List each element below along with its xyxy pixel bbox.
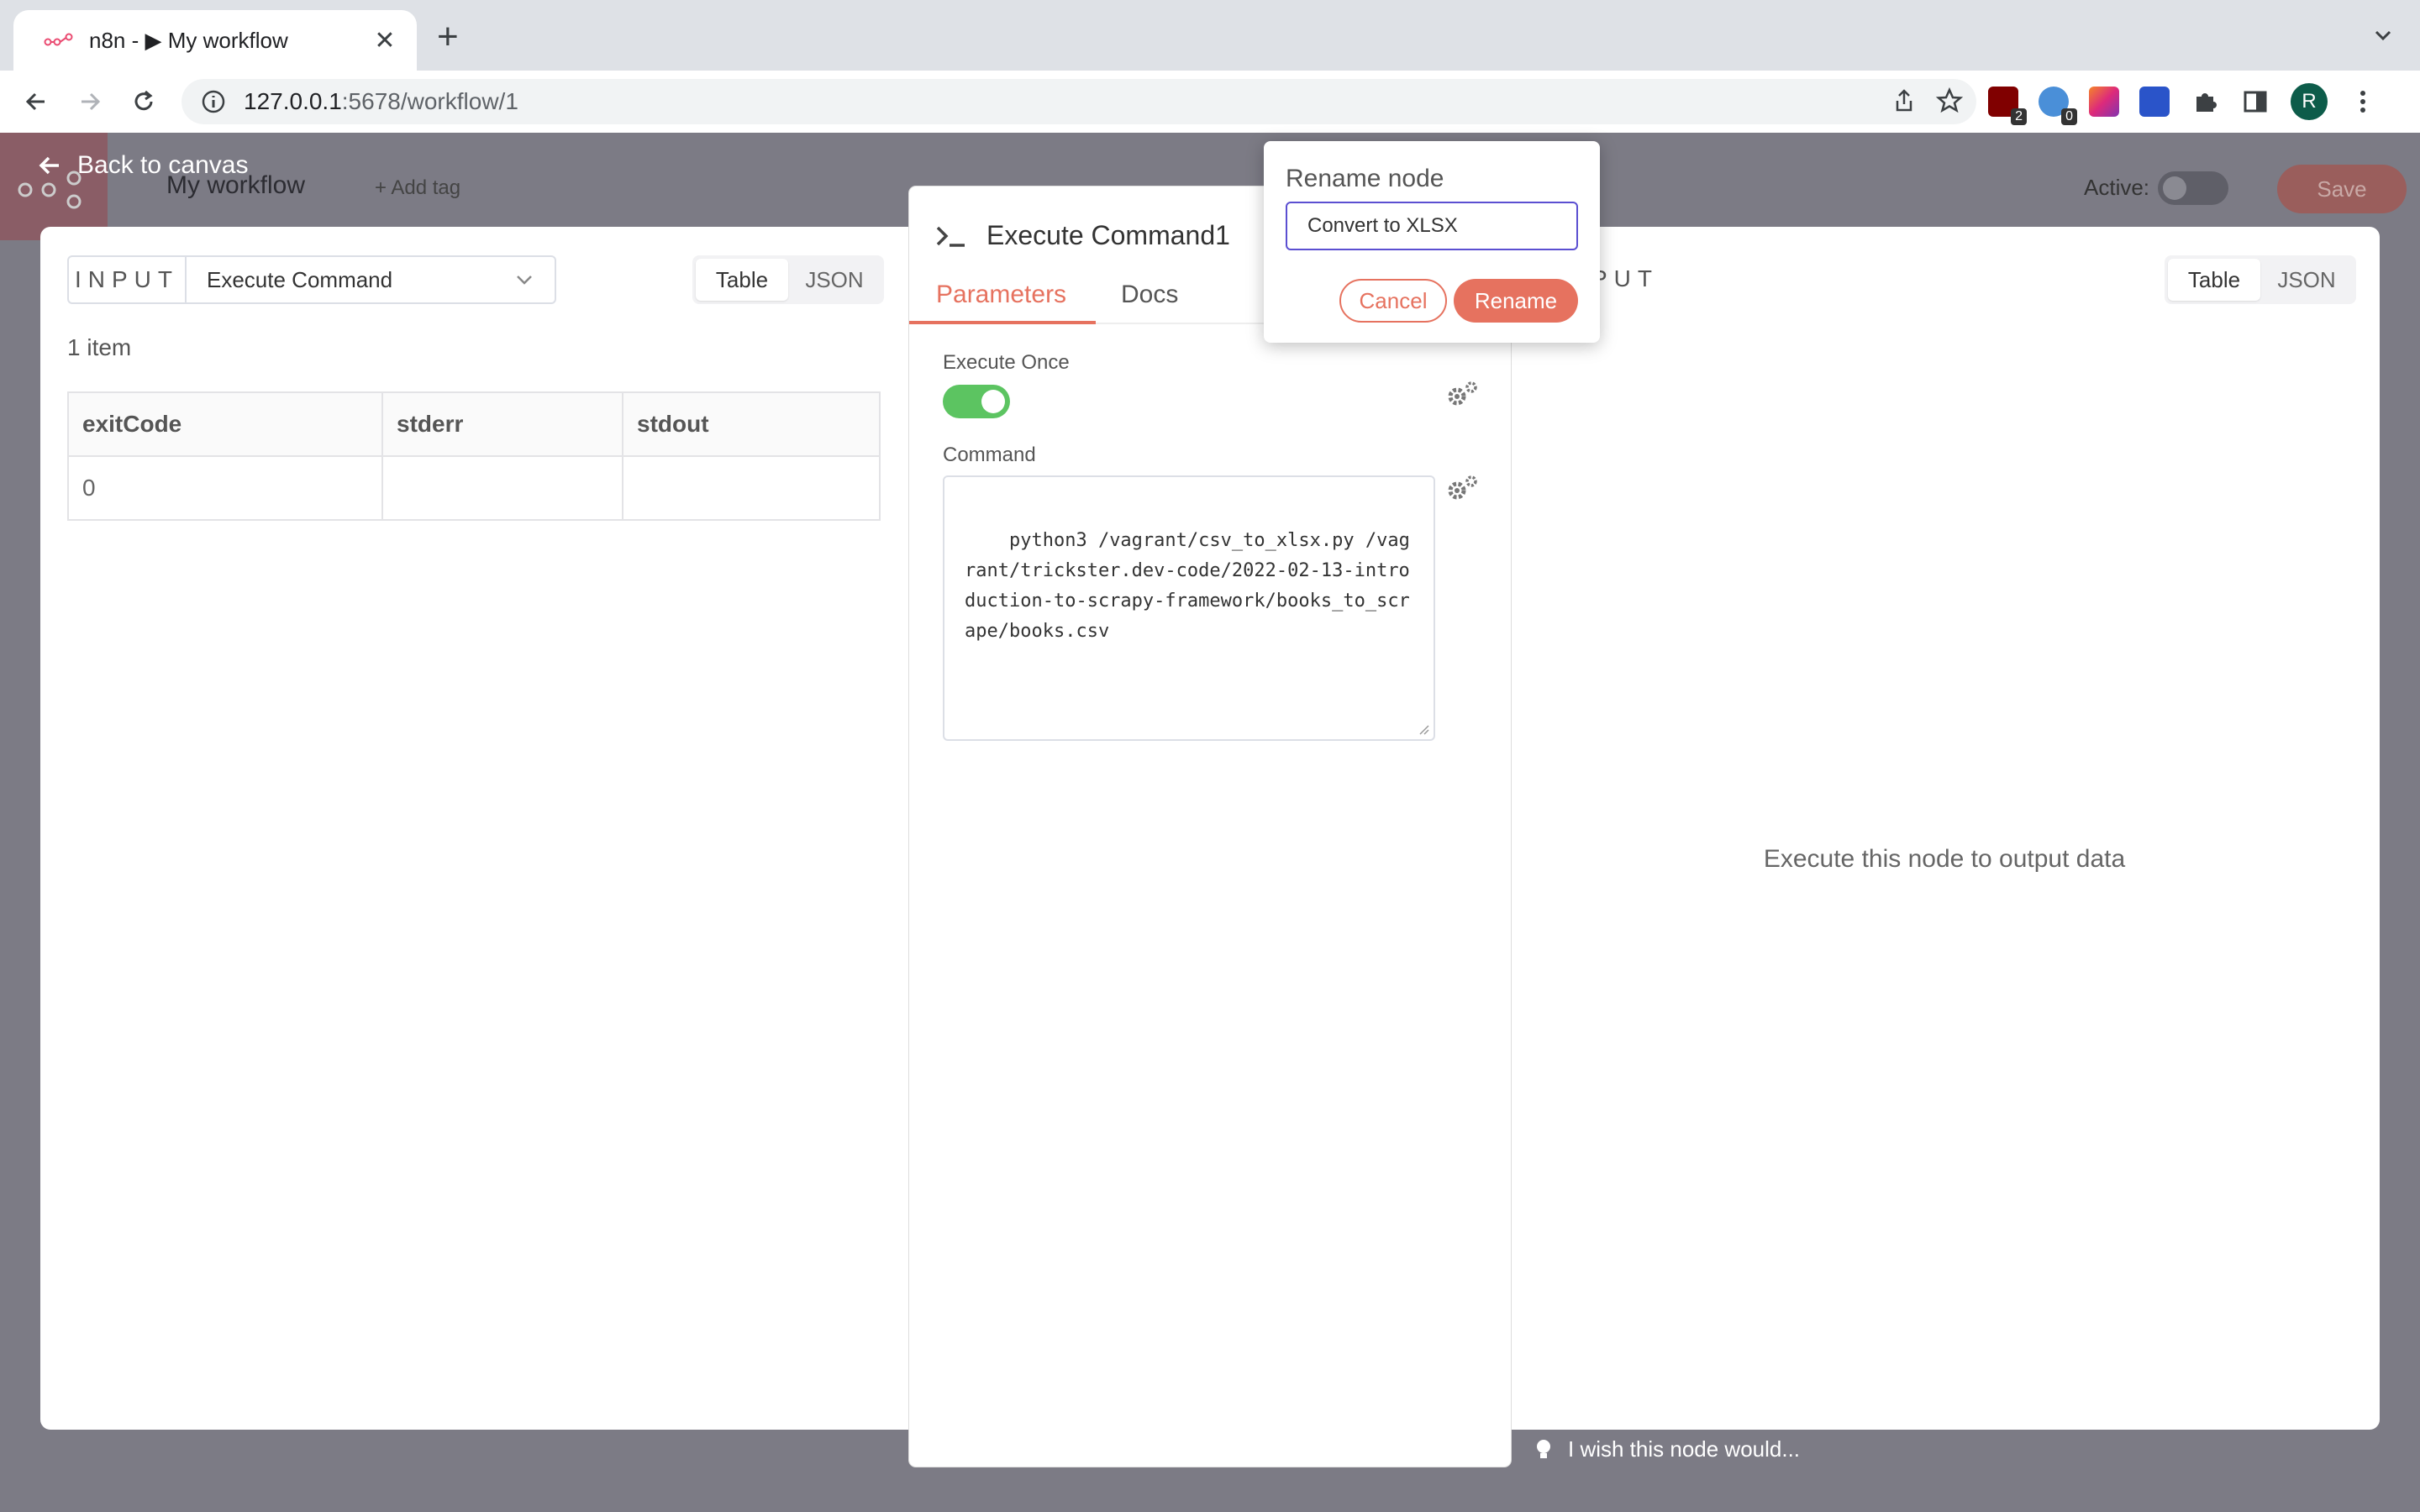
input-node-select-value: Execute Command [207,266,393,292]
output-view-switch: Table JSON [2165,255,2356,304]
rename-node-title: Rename node [1286,165,1444,192]
active-tab-indicator [909,321,1096,324]
site-info-icon[interactable] [200,88,227,115]
url-text: 127.0.0.1:5678/workflow/1 [244,88,518,115]
n8n-favicon-icon [44,33,73,46]
id-extension-icon[interactable] [2139,87,2170,117]
terminal-icon [936,226,965,247]
ghostery-extension-icon[interactable]: 0 [2039,87,2077,125]
input-data-table: exitCode stderr stdout 0 [67,391,881,521]
node-detail-panel: Execute Command1 Parameters Docs Execute… [909,186,1511,1467]
n8n-logo [0,133,108,240]
input-view-json[interactable]: JSON [788,259,881,301]
reload-icon[interactable] [124,82,163,121]
back-arrow-icon[interactable] [17,82,55,121]
output-empty-message: Execute this node to output data [1763,845,2126,873]
forward-arrow-icon[interactable] [71,82,109,121]
arrow-left-icon [39,156,59,175]
output-view-json[interactable]: JSON [2260,259,2353,301]
browser-tab[interactable]: n8n - ▶ My workflow ✕ [13,10,417,71]
table-cell [622,455,881,521]
rename-node-input[interactable] [1286,202,1578,250]
side-panel-icon[interactable] [2240,87,2270,117]
chevron-down-icon [517,276,532,285]
url-path: :5678/workflow/1 [341,88,518,114]
item-count: 1 item [67,334,132,360]
column-header-stderr: stderr [381,391,623,457]
lightbulb-icon [1537,1439,1550,1458]
output-panel: PUT Table JSON Execute this node to outp… [1509,227,2380,1430]
add-tag-link[interactable]: + Add tag [375,176,460,200]
ghostery-badge: 0 [2061,108,2077,125]
input-view-switch: Table JSON [692,255,884,304]
node-feedback-link[interactable]: I wish this node would... [1534,1436,1800,1462]
bookmark-star-icon[interactable] [1934,86,1965,116]
tab-parameters[interactable]: Parameters [936,281,1066,309]
ublock-extension-icon[interactable]: 2 [1988,87,2027,125]
table-row: 0 [67,455,881,521]
input-source-selector: INPUT Execute Command [67,255,556,304]
command-text: python3 /vagrant/csv_to_xlsx.py /vagrant… [965,530,1410,642]
extensions-area: 2 0 R [1988,79,2378,125]
browser-tab-title: n8n - ▶ My workflow [89,27,288,53]
new-tab-icon[interactable]: + [437,18,459,55]
workflow-active-toggle[interactable] [2158,171,2228,205]
settings-gears-icon[interactable] [1445,474,1479,502]
back-to-canvas-label: Back to canvas [77,151,249,179]
input-node-select[interactable]: Execute Command [185,255,556,304]
ublock-badge: 2 [2011,108,2027,125]
profile-avatar[interactable]: R [2291,83,2328,120]
resize-handle-icon[interactable] [1417,722,1430,736]
share-icon[interactable] [1889,86,1919,116]
table-header-row: exitCode stderr stdout [67,391,881,457]
output-view-table[interactable]: Table [2168,259,2260,301]
cancel-button[interactable]: Cancel [1339,279,1447,323]
execute-once-label: Execute Once [943,351,1070,374]
input-label: INPUT [67,255,185,304]
n8n-logo-icon [18,171,82,209]
save-button[interactable]: Save [2277,165,2407,213]
node-title[interactable]: Execute Command1 [934,220,1230,251]
column-header-stdout: stdout [622,391,881,457]
active-label: Active: [2084,175,2150,200]
output-label: PUT [1591,265,1659,291]
execute-once-toggle[interactable] [943,385,1010,418]
close-tab-icon[interactable]: ✕ [370,26,400,55]
address-bar[interactable]: 127.0.0.1:5678/workflow/1 [182,79,1976,124]
instagram-extension-icon[interactable] [2089,87,2119,117]
rename-button[interactable]: Rename [1454,279,1578,323]
browser-tab-strip: n8n - ▶ My workflow ✕ + [0,0,2420,71]
node-title-label: Execute Command1 [986,220,1230,250]
extensions-puzzle-icon[interactable] [2190,87,2220,117]
url-host: 127.0.0.1 [244,88,342,114]
input-view-table[interactable]: Table [696,259,788,301]
browser-menu-icon[interactable] [2348,87,2378,117]
tab-search-chevron-icon[interactable] [2370,22,2396,49]
tab-docs[interactable]: Docs [1121,281,1178,309]
browser-toolbar: 127.0.0.1:5678/workflow/1 2 0 R [0,71,2420,133]
command-label: Command [943,444,1036,466]
table-cell: 0 [67,455,383,521]
back-to-canvas-button[interactable]: Back to canvas [37,151,248,180]
input-panel: INPUT Execute Command Table JSON 1 item … [40,227,911,1430]
settings-gears-icon[interactable] [1445,380,1479,408]
command-textarea[interactable]: python3 /vagrant/csv_to_xlsx.py /vagrant… [943,475,1435,741]
table-cell [381,455,623,521]
node-feedback-label: I wish this node would... [1568,1436,1801,1462]
column-header-exitcode: exitCode [67,391,383,457]
rename-node-popover: Rename node Cancel Rename [1264,141,1600,343]
